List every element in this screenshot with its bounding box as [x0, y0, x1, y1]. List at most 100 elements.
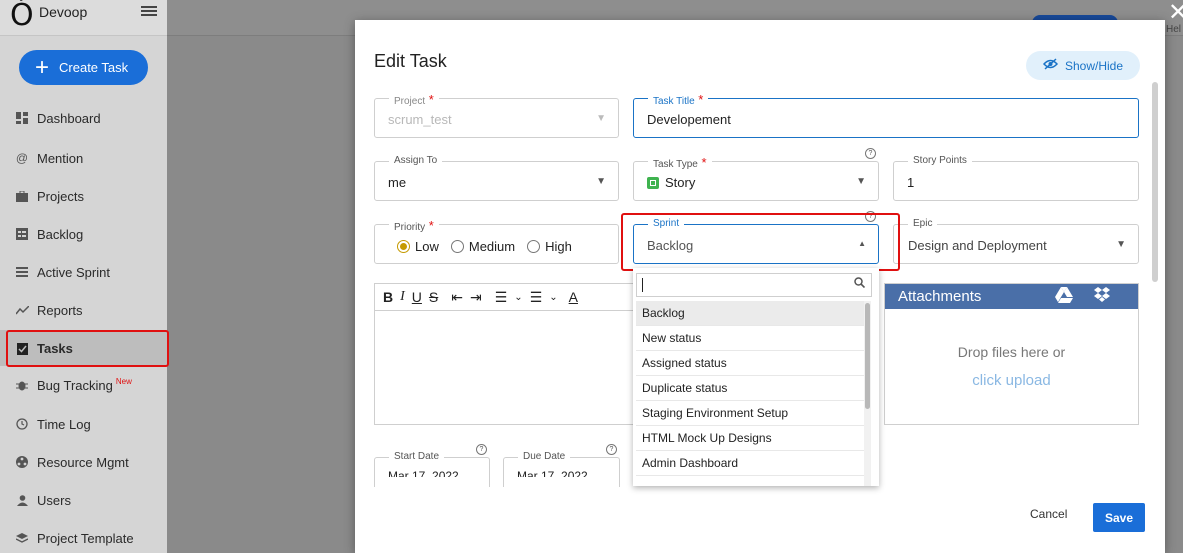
sprint-option[interactable]: Admin Dashboard [636, 451, 865, 476]
priority-high-radio[interactable]: High [527, 239, 572, 254]
sidebar-item-label: Project Template [37, 530, 134, 546]
due-date-input[interactable]: Due Date Mar 17, 2022 [503, 451, 620, 487]
bold-icon[interactable]: B [383, 289, 393, 305]
assign-to-label: Assign To [389, 155, 443, 166]
sprint-search-input[interactable] [636, 273, 872, 297]
outdent-icon[interactable]: ⇤ [451, 289, 463, 306]
sidebar-item-bug-tracking[interactable]: Bug Tracking New [0, 367, 167, 403]
create-task-label: Create Task [59, 60, 129, 75]
radio-icon [450, 240, 464, 253]
help-icon[interactable]: ? [606, 444, 617, 455]
underline-icon[interactable]: U [412, 289, 422, 305]
resource-icon [15, 455, 29, 469]
sidebar-item-label: Bug Tracking [37, 377, 113, 393]
sidebar-item-backlog[interactable]: Backlog [0, 216, 167, 252]
task-title-input[interactable]: Task Title * Developement [633, 92, 1139, 138]
start-date-label: Start Date [389, 451, 445, 462]
task-type-select[interactable]: Task Type * Story ▼ [633, 155, 879, 201]
brand-name: Devoop [39, 4, 88, 20]
attachments-panel: Attachments Drop files here or click upl… [884, 283, 1139, 425]
eye-off-icon [1042, 58, 1059, 73]
font-color-icon[interactable]: A [569, 289, 578, 305]
bug-icon [15, 378, 29, 392]
help-icon[interactable]: ? [476, 444, 487, 455]
project-select[interactable]: Project * scrum_test ▼ [374, 92, 619, 138]
bullet-list-icon[interactable]: ☰ [530, 289, 543, 306]
attachments-header: Attachments [885, 284, 1138, 309]
story-points-label: Story Points [908, 155, 972, 166]
start-date-input[interactable]: Start Date Mar 17, 2022 [374, 451, 490, 487]
clock-icon [15, 417, 29, 431]
sidebar-item-mention[interactable]: @ Mention [0, 140, 167, 176]
sidebar-header: Ó Devoop [0, 0, 167, 36]
sidebar-item-label: Active Sprint [37, 264, 110, 280]
chevron-down-icon: ▼ [596, 113, 606, 124]
priority-low-label: Low [415, 239, 439, 254]
help-icon[interactable]: ? [865, 148, 876, 159]
cancel-button[interactable]: Cancel [1030, 507, 1067, 521]
chevron-down-icon[interactable]: ⌄ [549, 292, 557, 303]
italic-icon[interactable]: I [400, 289, 405, 305]
text-cursor [642, 278, 643, 292]
show-hide-label: Show/Hide [1064, 58, 1124, 73]
indent-icon[interactable]: ⇥ [470, 289, 482, 306]
sprint-option[interactable]: Backlog [636, 301, 865, 326]
sprint-option[interactable]: Assigned status [636, 351, 865, 376]
layers-icon [15, 531, 29, 545]
sidebar-item-label: Dashboard [37, 110, 101, 126]
sidebar-item-users[interactable]: Users [0, 482, 167, 518]
sidebar-item-reports[interactable]: Reports [0, 292, 167, 328]
close-icon[interactable]: ✕ [1168, 0, 1183, 26]
dropdown-scrollbar[interactable] [864, 301, 871, 486]
dropbox-icon[interactable] [1093, 287, 1111, 306]
sprint-option[interactable]: HTML Mock Up Designs [636, 426, 865, 451]
sidebar-item-project-template[interactable]: Project Template [0, 520, 167, 553]
priority-medium-radio[interactable]: Medium [450, 239, 515, 254]
show-hide-button[interactable]: Show/Hide [1026, 51, 1140, 80]
modal-scrollbar[interactable] [1152, 82, 1158, 282]
chevron-down-icon[interactable]: ⌄ [514, 292, 522, 303]
sprint-option[interactable]: Staging Environment Setup [636, 401, 865, 426]
priority-low-radio[interactable]: Low [397, 239, 439, 254]
tasks-highlight-box [6, 330, 169, 367]
epic-label: Epic [908, 218, 938, 229]
hamburger-menu-icon[interactable] [141, 4, 157, 18]
plus-icon: + [35, 53, 50, 81]
editor-toolbar: B I U S ⇤ ⇥ ☰ ⌄ ☰ ⌄ A [375, 284, 635, 311]
description-editor[interactable]: B I U S ⇤ ⇥ ☰ ⌄ ☰ ⌄ A [374, 283, 636, 425]
help-link[interactable]: Hel [1166, 24, 1181, 35]
story-points-input[interactable]: Story Points 1 [893, 155, 1139, 201]
sidebar-item-active-sprint[interactable]: Active Sprint [0, 254, 167, 290]
ordered-list-icon[interactable]: ☰ [495, 289, 508, 306]
sprint-option[interactable]: Duplicate status [636, 376, 865, 401]
epic-value: Design and Deployment [908, 238, 1047, 253]
at-icon: @ [15, 151, 29, 165]
sprint-option[interactable]: New status [636, 326, 865, 351]
sprint-options-list: Backlog New status Assigned status Dupli… [636, 301, 865, 476]
backlog-icon [15, 227, 29, 241]
dashboard-icon [15, 111, 29, 125]
sidebar-item-label: Users [37, 492, 71, 508]
logo-icon: Ó [10, 0, 34, 33]
sidebar-item-resource-mgmt[interactable]: Resource Mgmt [0, 444, 167, 480]
create-task-button[interactable]: + Create Task [19, 50, 148, 85]
task-type-value: Story [665, 175, 696, 190]
trend-icon [15, 303, 29, 317]
sidebar-item-dashboard[interactable]: Dashboard [0, 100, 167, 136]
epic-select[interactable]: Epic Design and Deployment ▼ [893, 218, 1139, 264]
sidebar-item-label: Mention [37, 150, 84, 166]
chevron-down-icon: ▼ [596, 176, 606, 187]
project-value: scrum_test [388, 112, 452, 127]
scrollbar-thumb[interactable] [865, 303, 870, 409]
sidebar-item-projects[interactable]: Projects [0, 178, 167, 214]
sprint-dropdown: Backlog New status Assigned status Dupli… [633, 268, 879, 486]
sidebar-item-time-log[interactable]: Time Log [0, 406, 167, 442]
radio-selected-icon [397, 240, 410, 253]
google-drive-icon[interactable] [1055, 287, 1073, 306]
task-title-label: Task Title [653, 96, 695, 107]
strikethrough-icon[interactable]: S [429, 289, 438, 305]
click-upload-link[interactable]: click upload [885, 372, 1138, 389]
save-button[interactable]: Save [1093, 503, 1145, 532]
assign-to-select[interactable]: Assign To me ▼ [374, 155, 619, 201]
priority-high-label: High [545, 239, 572, 254]
